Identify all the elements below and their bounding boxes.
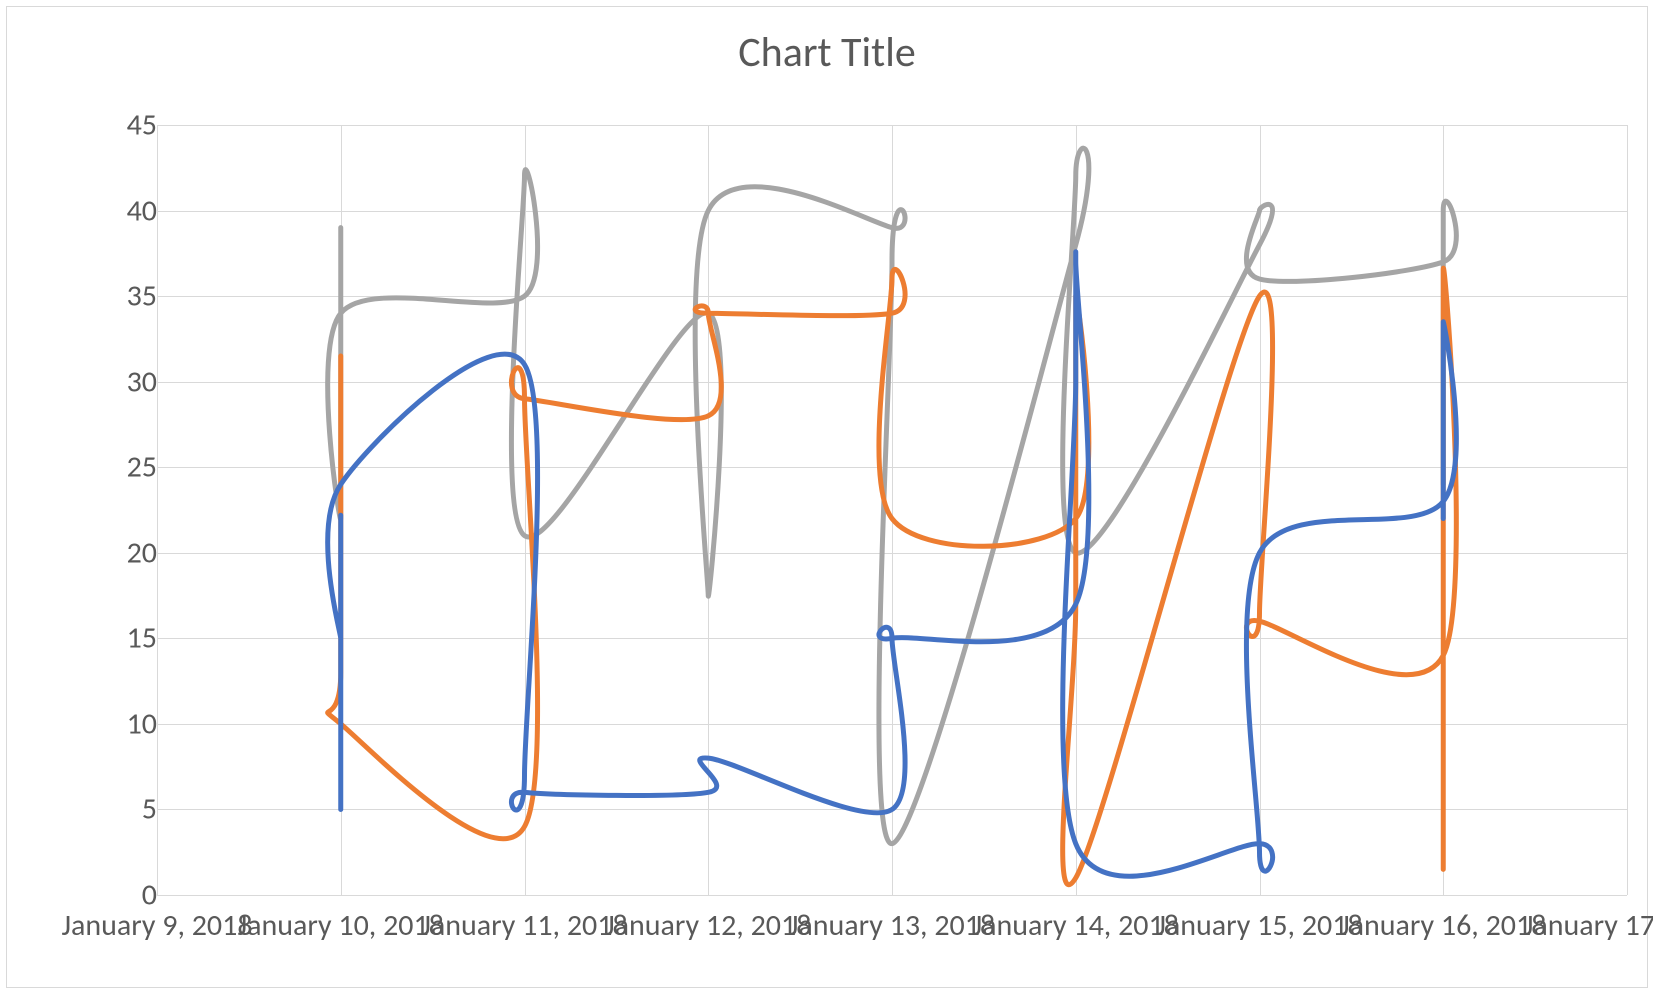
- gridline-vertical: [1627, 125, 1628, 895]
- series-line-3: [328, 148, 1457, 844]
- x-tick-label: January 13, 2018: [789, 907, 995, 944]
- series-line-2: [328, 268, 1457, 885]
- x-tick-label: January 15, 2018: [1156, 907, 1362, 944]
- gridline-horizontal: [157, 895, 1627, 896]
- x-tick-label: January 11, 2018: [421, 907, 627, 944]
- x-tick-label: January 17, 2018: [1524, 907, 1653, 944]
- y-tick-label: 35: [77, 278, 157, 315]
- y-tick-label: 45: [77, 107, 157, 144]
- series-svg: [157, 125, 1627, 895]
- chart-title: Chart Title: [7, 27, 1647, 78]
- x-tick-label: January 10, 2018: [238, 907, 444, 944]
- plot-area: [157, 125, 1627, 895]
- y-tick-label: 25: [77, 449, 157, 486]
- chart-container: Chart Title 051015202530354045 January 9…: [6, 6, 1648, 988]
- y-tick-label: 15: [77, 620, 157, 657]
- y-tick-label: 30: [77, 363, 157, 400]
- y-tick-label: 40: [77, 192, 157, 229]
- y-tick-label: 5: [77, 791, 157, 828]
- x-tick-label: January 12, 2018: [605, 907, 811, 944]
- y-tick-label: 10: [77, 705, 157, 742]
- x-tick-label: January 16, 2018: [1340, 907, 1546, 944]
- y-tick-label: 20: [77, 534, 157, 571]
- x-tick-label: January 9, 2018: [61, 907, 252, 944]
- x-tick-label: January 14, 2018: [973, 907, 1179, 944]
